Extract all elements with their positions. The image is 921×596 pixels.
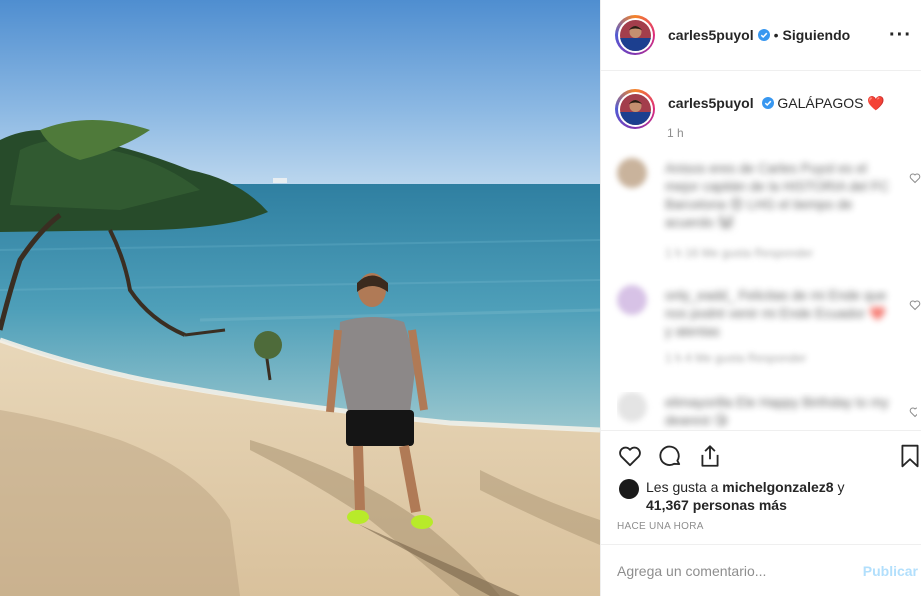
liker-avatar[interactable] [619,479,639,499]
likes-text: Les gusta a michelgonzalez8 y 41,367 per… [646,478,844,514]
verified-badge-icon [761,97,774,109]
comment-text: Anisos eres de Carles Puyol es el mejor … [665,161,890,230]
header-username[interactable]: carles5puyol [668,27,754,43]
comment-avatar[interactable] [617,158,647,188]
comment-input[interactable] [617,562,863,579]
post-timestamp[interactable]: HACE UNA HORA [617,521,704,532]
likes-prefix: Les gusta a [646,479,719,495]
add-comment-form: Publicar [601,544,921,596]
post-photo[interactable] [0,0,600,596]
caption-text-line: carles5puyol GALÁPAGOS ❤️ [668,89,885,129]
post-sidebar: carles5puyol • Siguiendo ··· carles5puyo… [600,0,921,596]
likes-summary: Les gusta a michelgonzalez8 y 41,367 per… [619,478,844,514]
caption-avatar[interactable] [619,93,651,125]
beach-photo [0,0,600,596]
share-icon[interactable] [697,443,723,469]
comment-item: elimayorilla Ele Happy Birthday to my de… [617,392,917,430]
caption-username[interactable]: carles5puyol [668,95,754,111]
post-actions: Les gusta a michelgonzalez8 y 41,367 per… [601,430,921,544]
comment-text: elimayorilla Ele Happy Birthday to my de… [665,395,889,428]
comment-meta: 1 h 16 Me gusta Responder [665,246,814,260]
publish-button[interactable]: Publicar [863,563,918,579]
caption-time[interactable]: 1 h [667,126,684,140]
avatar[interactable] [619,19,651,51]
comment-text: only_eadd_ Felicitas de mi Ende que nos … [665,288,887,339]
comment-like-heart-icon[interactable] [909,172,921,184]
post-caption: carles5puyol GALÁPAGOS ❤️ 1 h [615,89,915,140]
comment-item: only_eadd_ Felicitas de mi Ende que nos … [617,285,921,375]
liker-username[interactable]: michelgonzalez8 [722,479,833,495]
story-ring[interactable] [615,15,655,55]
likes-count[interactable]: 41,367 personas más [646,497,787,513]
caption-text: GALÁPAGOS ❤️ [777,95,885,111]
comment-item: Anisos eres de Carles Puyol es el mejor … [617,158,921,268]
verified-badge-icon [757,29,770,41]
like-heart-icon[interactable] [617,443,643,469]
comment-avatar[interactable] [617,392,647,422]
bookmark-icon[interactable] [897,443,921,469]
comment-icon[interactable] [657,443,683,469]
caption-story-ring[interactable] [615,89,655,129]
likes-conjunction: y [837,479,845,495]
comment-avatar[interactable] [617,285,647,315]
separator-dot: • [773,27,779,43]
more-options-icon[interactable]: ··· [889,24,912,47]
comment-like-heart-icon[interactable] [909,299,921,311]
comment-like-heart-icon[interactable] [909,406,917,418]
post-header: carles5puyol • Siguiendo ··· [601,0,921,71]
following-button[interactable]: Siguiendo [783,27,851,43]
comment-meta: 1 h 4 Me gusta Responder [665,351,807,365]
